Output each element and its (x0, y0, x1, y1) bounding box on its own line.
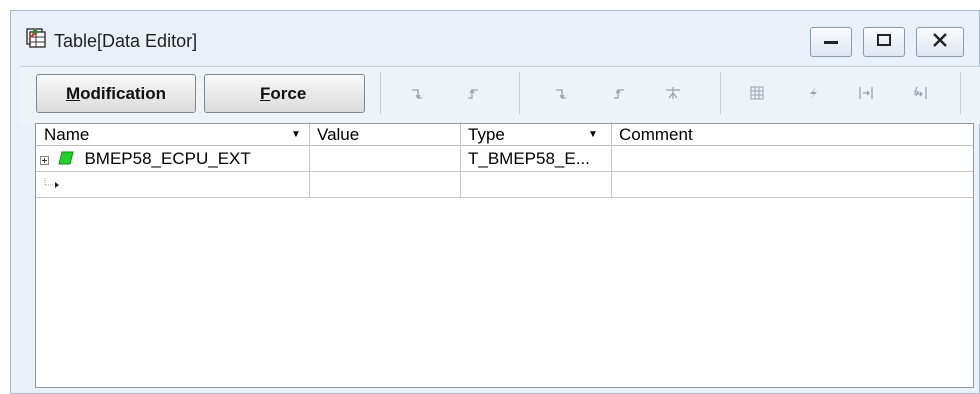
column-label-type: Type (468, 125, 505, 144)
column-header-name[interactable]: Name (36, 124, 309, 145)
title-bar[interactable]: Table[Data Editor] (11, 11, 979, 65)
table-grid-icon[interactable] (744, 80, 770, 106)
value-cell[interactable] (309, 146, 460, 171)
column-divider[interactable] (309, 124, 310, 198)
name-filter-dropdown-icon[interactable]: ▼ (291, 124, 301, 145)
table-row[interactable]: BMEP58_ECPU_EXT T_BMEP58_E... (36, 146, 973, 172)
force-lightning-icon[interactable] (800, 80, 826, 106)
data-editor-window: Table[Data Editor] Modification Force Na… (10, 10, 980, 394)
falling-edge-icon[interactable] (548, 80, 574, 106)
column-divider[interactable] (460, 124, 461, 198)
new-row-arrow-icon (44, 173, 64, 197)
column-header-value[interactable]: Value (309, 124, 460, 145)
type-filter-dropdown-icon[interactable]: ▼ (588, 124, 598, 145)
force-bracket-icon[interactable] (907, 80, 933, 106)
name-cell[interactable] (36, 172, 309, 197)
modification-label: Modification (65, 83, 167, 103)
data-table: Name ▼ Value Type ▼ Comment BMEP58_ECPU_… (35, 123, 974, 388)
type-cell[interactable]: T_BMEP58_E... (460, 146, 611, 171)
close-icon (932, 32, 948, 52)
type-cell[interactable] (460, 172, 611, 197)
toggle-edge-icon[interactable] (660, 80, 686, 106)
name-cell[interactable]: BMEP58_ECPU_EXT (36, 146, 309, 171)
force-label: Force (260, 83, 307, 103)
minimize-button[interactable] (810, 27, 852, 57)
variable-name: BMEP58_ECPU_EXT (84, 149, 251, 168)
green-variable-icon (58, 147, 74, 171)
modification-button[interactable]: Modification (36, 74, 196, 113)
restore-icon (877, 33, 891, 51)
toolbar-separator (720, 72, 721, 114)
toolbar-separator (519, 72, 520, 114)
toolbar: Modification Force (20, 66, 980, 124)
unforce-bracket-icon[interactable] (853, 80, 879, 106)
value-cell[interactable] (309, 172, 460, 197)
rising-edge-icon[interactable] (606, 80, 632, 106)
minimize-icon (824, 33, 838, 51)
column-label-value: Value (317, 125, 360, 144)
column-label-comment: Comment (619, 125, 693, 144)
toolbar-separator (960, 72, 961, 114)
window-title: Table[Data Editor] (54, 31, 198, 51)
set-falling-edge-icon[interactable] (404, 80, 430, 106)
force-button[interactable]: Force (204, 74, 365, 113)
expand-plus-icon[interactable] (40, 147, 49, 171)
table-row[interactable] (36, 172, 973, 198)
restore-button[interactable] (863, 27, 905, 57)
column-label-name: Name (44, 125, 90, 144)
column-header-comment[interactable]: Comment (611, 124, 971, 145)
close-button[interactable] (916, 27, 964, 57)
data-editor-app-icon (26, 28, 46, 48)
comment-cell[interactable] (611, 146, 971, 171)
comment-cell[interactable] (611, 172, 971, 197)
column-divider[interactable] (611, 124, 612, 198)
toolbar-separator (380, 72, 381, 114)
table-header: Name ▼ Value Type ▼ Comment (36, 124, 973, 146)
set-rising-edge-icon[interactable] (460, 80, 486, 106)
